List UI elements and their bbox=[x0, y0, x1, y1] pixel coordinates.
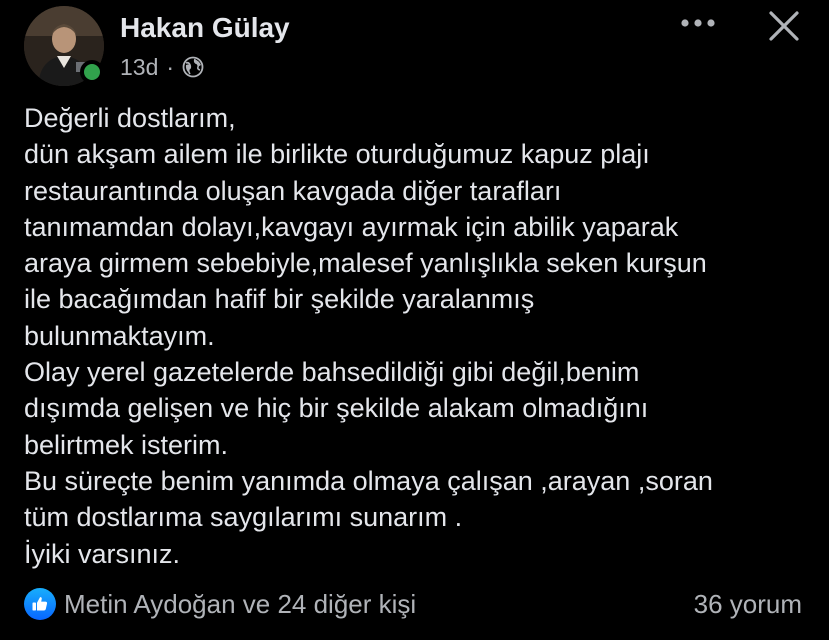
author-name[interactable]: Hakan Gülay bbox=[120, 12, 290, 44]
facebook-post: Hakan Gülay 13d · Değerli dostlarım, dün… bbox=[0, 0, 829, 640]
globe-icon[interactable] bbox=[182, 56, 204, 78]
post-text-line: Bu süreçte benim yanımda olmaya çalışan … bbox=[24, 465, 713, 496]
post-text-line: Değerli dostlarım, bbox=[24, 103, 236, 133]
post-text-line: dışımda gelişen ve hiç bir şekilde alaka… bbox=[24, 393, 649, 424]
post-time[interactable]: 13d bbox=[120, 54, 158, 81]
post-text-line: Olay yerel gazetelerde bahsedildiği gibi… bbox=[24, 357, 640, 388]
post-text-line: dün akşam ailem ile birlikte oturduğumuz… bbox=[24, 139, 650, 170]
like-icon bbox=[24, 588, 56, 620]
online-status-dot bbox=[80, 60, 104, 84]
post-text-line: araya girmem sebebiyle,malesef yanlışlık… bbox=[24, 248, 707, 279]
comments-count[interactable]: 36 yorum bbox=[694, 586, 802, 622]
post-meta: 13d · bbox=[120, 52, 204, 82]
post-text-line: ile bacağımdan hafif bir şekilde yaralan… bbox=[24, 284, 535, 315]
more-options-button[interactable] bbox=[676, 8, 720, 38]
post-text-line: tüm dostlarıma saygılarımı sunarım . bbox=[24, 502, 463, 533]
post-text-line: İyiki varsınız. bbox=[24, 538, 181, 569]
close-icon bbox=[769, 11, 799, 41]
post-text: Değerli dostlarım, dün akşam ailem ile b… bbox=[24, 100, 814, 572]
post-text-line: bulunmaktayım. bbox=[24, 320, 215, 351]
reactions-summary[interactable]: Metin Aydoğan ve 24 diğer kişi bbox=[24, 586, 416, 622]
author-avatar[interactable] bbox=[24, 6, 104, 86]
post-text-line: belirtmek isterim. bbox=[24, 429, 229, 460]
post-text-line: restaurantında oluşan kavgada diğer tara… bbox=[24, 175, 562, 206]
more-horizontal-icon bbox=[681, 19, 715, 27]
post-text-line: tanımamdan dolayı,kavgayı ayırmak için a… bbox=[24, 211, 679, 242]
meta-separator: · bbox=[166, 53, 175, 80]
close-button[interactable] bbox=[762, 4, 806, 48]
reactions-label[interactable]: Metin Aydoğan ve 24 diğer kişi bbox=[64, 589, 416, 620]
